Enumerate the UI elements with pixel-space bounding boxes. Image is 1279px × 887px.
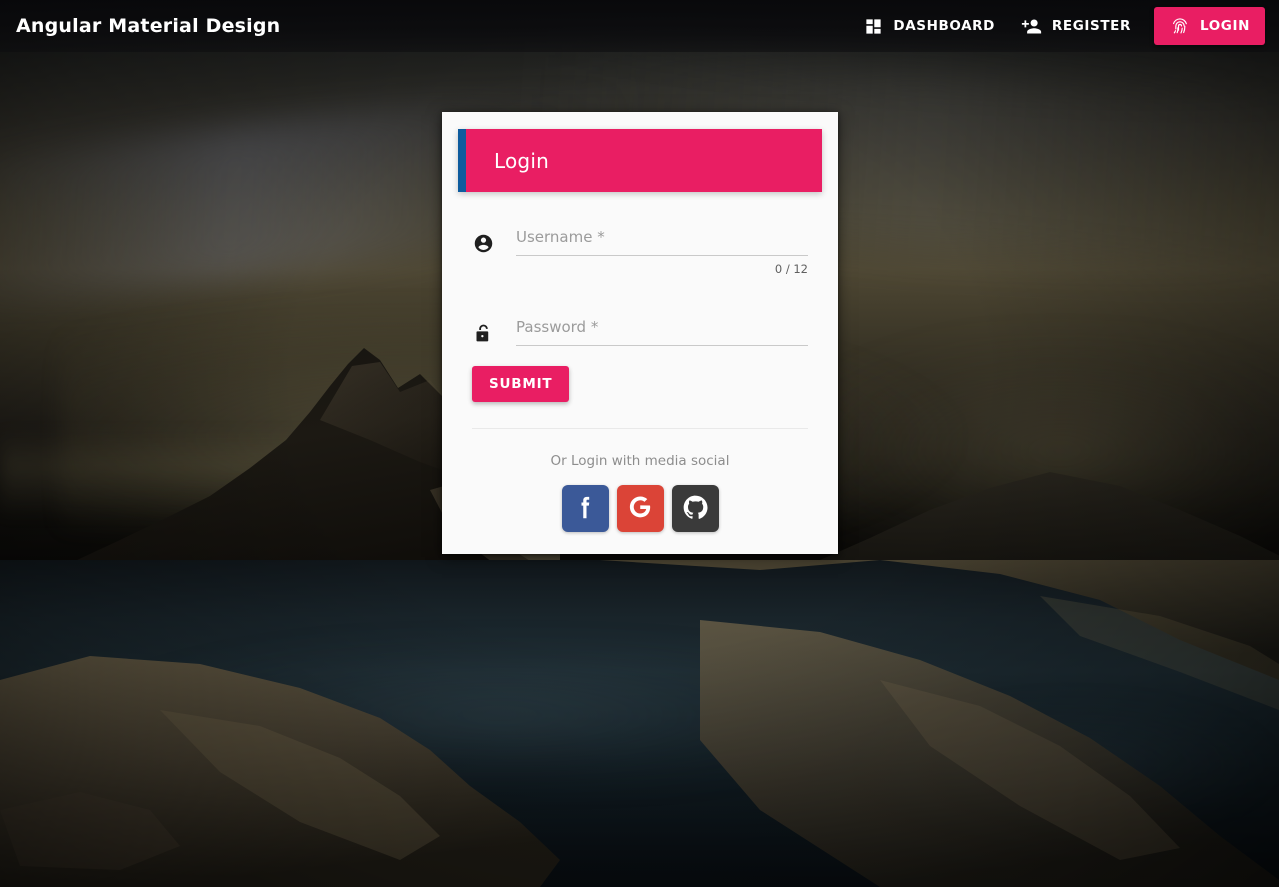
github-icon [681, 493, 710, 525]
login-card-header: Login [458, 129, 822, 192]
username-input[interactable] [516, 218, 808, 250]
navbar-links: DASHBOARD REGISTER LOGIN [849, 7, 1265, 45]
google-icon [626, 493, 654, 524]
submit-row: SUBMIT [472, 348, 808, 402]
social-login-buttons [472, 485, 808, 532]
github-login-button[interactable] [671, 485, 719, 532]
nav-register-label: REGISTER [1051, 18, 1131, 34]
person-add-icon [1021, 15, 1043, 37]
password-input[interactable] [516, 308, 808, 340]
password-field-wrap [516, 308, 808, 346]
facebook-login-button[interactable] [561, 485, 609, 532]
login-card-body: 0 / 12 [442, 192, 838, 532]
login-card-title: Login [494, 148, 549, 173]
google-login-button[interactable] [616, 485, 664, 532]
social-login-caption: Or Login with media social [550, 453, 730, 469]
field-spacer [472, 278, 808, 308]
lock-open-icon [472, 322, 494, 344]
fingerprint-icon [1169, 15, 1191, 37]
nav-login-label: LOGIN [1200, 18, 1250, 34]
dashboard-icon [862, 15, 884, 37]
nav-register-button[interactable]: REGISTER [1008, 8, 1144, 44]
nav-login-button[interactable]: LOGIN [1154, 7, 1265, 45]
submit-button[interactable]: SUBMIT [472, 366, 570, 402]
username-field-wrap: 0 / 12 [516, 218, 808, 276]
nav-dashboard-label: DASHBOARD [893, 18, 995, 34]
username-input-underline [516, 218, 808, 256]
password-input-underline [516, 308, 808, 346]
nav-dashboard-button[interactable]: DASHBOARD [849, 8, 1008, 44]
password-field-row [472, 308, 808, 346]
facebook-icon [570, 492, 600, 525]
username-char-counter: 0 / 12 [774, 262, 808, 276]
top-navbar: Angular Material Design DASHBOARD REGIST… [0, 0, 1279, 52]
header-accent-bar [458, 129, 466, 192]
page-background: Angular Material Design DASHBOARD REGIST… [0, 0, 1279, 887]
app-brand-title: Angular Material Design [16, 15, 281, 37]
username-counter-row: 0 / 12 [516, 256, 808, 276]
account-circle-icon [472, 232, 494, 254]
rocky-shoreline [0, 560, 1279, 887]
login-card: Login 0 / 12 [442, 112, 838, 554]
username-field-row: 0 / 12 [472, 218, 808, 276]
